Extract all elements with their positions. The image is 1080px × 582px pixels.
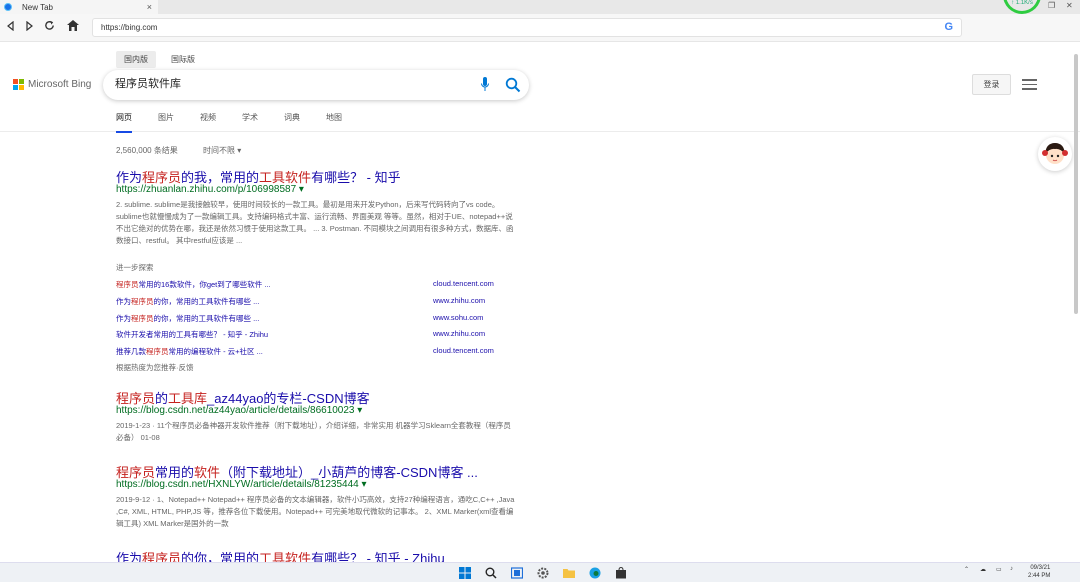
title-text: 常用的 xyxy=(155,465,195,480)
related-link[interactable]: 推荐几款程序员常用的编程软件 - 云+社区 ... xyxy=(116,346,263,357)
link-text: 的你，常用的工具软件有哪些 ... xyxy=(153,314,260,323)
search-icon[interactable] xyxy=(505,77,521,93)
url-field[interactable]: https://bing.com G xyxy=(92,18,962,37)
link-text: 推荐几款 xyxy=(116,347,146,356)
result-snippet-3: 2019-9-12 · 1、Notepad++ Notepad++ 程序员必备的… xyxy=(116,495,515,528)
clock-time: 2:44 PM xyxy=(1028,573,1051,579)
page-scrollbar[interactable] xyxy=(1074,54,1078,314)
search-box xyxy=(103,70,529,100)
tab-academic[interactable]: 学术 xyxy=(242,112,258,131)
back-icon[interactable] xyxy=(4,20,18,34)
start-icon[interactable] xyxy=(459,567,471,579)
browser-tab-strip: New Tab × ↑ 1.1K/s ❐ ✕ xyxy=(0,0,1080,14)
url-text: https://bing.com xyxy=(101,23,158,32)
link-text: 常用的编程软件 - 云+社区 ... xyxy=(168,347,263,356)
title-highlight: 程序员 xyxy=(142,170,182,185)
feedback-link[interactable]: 根据热度为您推荐·反馈 xyxy=(116,362,194,373)
volume-icon[interactable]: ♪ xyxy=(1010,566,1013,572)
bing-brand-text: Microsoft Bing xyxy=(28,79,92,90)
tray-expand-icon[interactable]: ⌃ xyxy=(964,566,969,573)
result-snippet-1: 2. sublime. sublime是我接触较早，使用时间较长的一款工具。最初… xyxy=(116,200,514,245)
edge-logo-icon xyxy=(4,3,12,11)
title-text: （附下载地址）_小葫芦的博客-CSDN博客 ... xyxy=(220,465,478,480)
scope-cn-tab[interactable]: 国内版 xyxy=(116,51,156,68)
link-text: 的你，常用的工具软件有哪些 ... xyxy=(153,297,260,306)
home-icon[interactable] xyxy=(66,20,80,34)
taskbar-clock[interactable]: 09/3/21 2:44 PM xyxy=(1028,564,1050,580)
related-heading: 进一步探索 xyxy=(116,263,154,272)
tab-videos[interactable]: 视频 xyxy=(200,112,216,131)
restore-window-icon[interactable]: ❐ xyxy=(1048,1,1055,10)
related-link[interactable]: 程序员常用的16款软件，你get到了哪些软件 ... xyxy=(116,279,271,290)
result-snippet-2: 2019-1-23 · 11个程序员必备神器开发软件推荐（附下载地址），介绍详细… xyxy=(116,421,511,442)
settings-gear-icon[interactable] xyxy=(537,567,549,579)
edge-browser-icon[interactable] xyxy=(589,567,601,579)
file-explorer-icon[interactable] xyxy=(563,567,575,579)
cloud-icon[interactable]: ☁ xyxy=(980,566,986,573)
login-button[interactable]: 登录 xyxy=(972,74,1011,95)
forward-icon[interactable] xyxy=(22,20,36,34)
title-text: 的我，常用的 xyxy=(181,170,260,185)
task-view-icon[interactable] xyxy=(511,567,523,579)
search-input[interactable] xyxy=(115,77,455,89)
battery-icon[interactable]: ▭ xyxy=(996,566,1002,573)
related-link[interactable]: 作为程序员的你，常用的工具软件有哪些 ... xyxy=(116,313,259,324)
results-area: 2,560,000 条结果 时间不限 ▾ 作为程序员的我，常用的工具软件有哪些？… xyxy=(0,132,1080,566)
link-text: 软件开发者常用的工具有哪些？ - 知乎 - Zhihu xyxy=(116,330,269,339)
related-domain[interactable]: www.sohu.com xyxy=(433,313,483,322)
tab-dictionary[interactable]: 词典 xyxy=(284,112,300,131)
result-count: 2,560,000 条结果 xyxy=(116,146,178,155)
link-text: 作为 xyxy=(116,297,131,306)
title-highlight: 程序员 xyxy=(116,465,156,480)
title-highlight: 程序员 xyxy=(116,391,156,406)
title-highlight: 软件 xyxy=(194,465,221,480)
title-text: 作为 xyxy=(116,170,143,185)
related-domain[interactable]: www.zhihu.com xyxy=(433,329,485,338)
link-highlight: 程序员 xyxy=(131,297,154,306)
hamburger-menu-icon[interactable] xyxy=(1022,79,1037,90)
link-highlight: 程序员 xyxy=(146,347,169,356)
title-highlight: 工具库 xyxy=(168,391,208,406)
result-url-3[interactable]: https://blog.csdn.net/HXNLYW/article/det… xyxy=(116,479,367,490)
title-highlight: 工具软件 xyxy=(259,170,312,185)
bing-header: 国内版 国际版 Microsoft Bing 登录 网页 图片 视频 学术 词典… xyxy=(0,42,1080,133)
girl-avatar-icon xyxy=(1042,143,1068,164)
screen: New Tab × ↑ 1.1K/s ❐ ✕ https://bing.com … xyxy=(0,0,1080,582)
store-icon[interactable] xyxy=(615,567,627,579)
link-text: 常用的16款软件，你get到了哪些软件 ... xyxy=(138,280,271,289)
title-text: 的 xyxy=(155,391,169,406)
tab-web[interactable]: 网页 xyxy=(116,112,132,133)
tab-images[interactable]: 图片 xyxy=(158,112,174,131)
tab-close-icon[interactable]: × xyxy=(147,2,152,12)
related-link[interactable]: 软件开发者常用的工具有哪些？ - 知乎 - Zhihu xyxy=(116,329,268,340)
network-speed-indicator: ↑ 1.1K/s xyxy=(1003,0,1041,14)
result-url-1[interactable]: https://zhuanlan.zhihu.com/p/106998587 ▾ xyxy=(116,184,304,195)
avatar[interactable] xyxy=(1038,137,1072,171)
clock-date: 09/3/21 xyxy=(1030,565,1051,571)
title-text: 有哪些？ - 知乎 xyxy=(311,170,401,185)
search-taskbar-icon[interactable] xyxy=(485,567,497,579)
scope-intl-tab[interactable]: 国际版 xyxy=(163,51,203,68)
browser-tab[interactable]: New Tab × xyxy=(0,0,158,14)
tab-maps[interactable]: 地图 xyxy=(326,112,342,131)
windows-taskbar: ⌃ ☁ ▭ ♪ 09/3/21 2:44 PM xyxy=(0,562,1080,582)
related-domain[interactable]: www.zhihu.com xyxy=(433,296,485,305)
reload-icon[interactable] xyxy=(42,20,56,34)
related-domain[interactable]: cloud.tencent.com xyxy=(433,346,494,355)
tab-title: New Tab xyxy=(22,2,53,12)
link-text: 作为 xyxy=(116,314,131,323)
related-link[interactable]: 作为程序员的你，常用的工具软件有哪些 ... xyxy=(116,296,259,307)
address-bar-row: https://bing.com G xyxy=(0,14,1080,42)
time-filter-dropdown[interactable]: 时间不限 ▾ xyxy=(203,145,241,156)
title-text: _az44yao的专栏-CSDN博客 xyxy=(207,391,370,406)
microsoft-logo-icon xyxy=(13,79,24,90)
close-window-icon[interactable]: ✕ xyxy=(1066,1,1073,10)
microphone-icon[interactable] xyxy=(481,77,489,92)
bing-logo[interactable]: Microsoft Bing xyxy=(13,79,91,90)
google-search-icon[interactable]: G xyxy=(944,21,953,34)
link-highlight: 程序员 xyxy=(131,314,154,323)
related-domain[interactable]: cloud.tencent.com xyxy=(433,279,494,288)
link-highlight: 程序员 xyxy=(116,280,139,289)
result-url-2[interactable]: https://blog.csdn.net/az44yao/article/de… xyxy=(116,405,362,416)
